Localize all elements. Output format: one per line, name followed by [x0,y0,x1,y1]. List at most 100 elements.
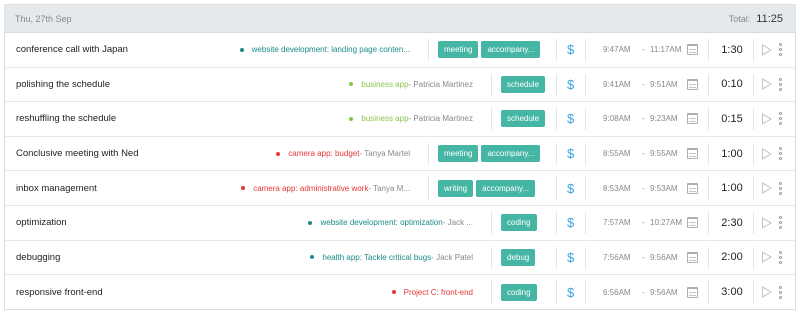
entry-project[interactable]: business app - Patricia Martinez [349,114,473,123]
end-time[interactable]: 9:53AM [650,184,685,193]
more-options-icon[interactable] [779,216,783,230]
end-time[interactable]: 11:17AM [650,45,685,54]
play-icon[interactable] [762,182,772,195]
entry-duration[interactable]: 0:10 [717,78,747,90]
start-time[interactable]: 8:55AM [603,149,637,158]
calendar-icon[interactable] [687,44,698,56]
entry-project[interactable]: website development: optimization - Jack… [308,218,473,227]
tag[interactable]: debug [501,248,536,266]
dollar-icon[interactable]: $ [567,77,574,92]
start-time[interactable]: 9:08AM [603,114,637,123]
play-icon[interactable] [762,286,772,299]
entry-duration[interactable]: 1:30 [717,44,747,56]
entry-time-range[interactable]: 9:41AM - 9:51AM [603,80,685,89]
time-entry-row[interactable]: debugging health app: Tackle critical bu… [5,241,795,276]
end-time[interactable]: 9:56AM [650,288,685,297]
entry-description[interactable]: Conclusive meeting with Ned [16,148,139,159]
dollar-icon[interactable]: $ [567,285,574,300]
more-options-icon[interactable] [779,250,783,264]
entry-project[interactable]: camera app: budget - Tanya Martel [276,149,410,158]
entry-time-range[interactable]: 9:08AM - 9:23AM [603,114,685,123]
dollar-icon[interactable]: $ [567,111,574,126]
dollar-icon[interactable]: $ [567,215,574,230]
more-options-icon[interactable] [779,43,783,57]
time-entry-row[interactable]: polishing the schedule business app - Pa… [5,68,795,103]
tag[interactable]: meeting [438,41,479,59]
tag[interactable]: schedule [501,110,546,128]
more-options-icon[interactable] [779,112,783,126]
start-time[interactable]: 8:53AM [603,184,637,193]
end-time[interactable]: 9:55AM [650,149,685,158]
calendar-icon[interactable] [687,113,698,125]
calendar-icon[interactable] [687,251,698,263]
calendar-icon[interactable] [687,182,698,194]
start-time[interactable]: 7:57AM [603,218,637,227]
end-time[interactable]: 9:56AM [650,253,685,262]
entry-description[interactable]: inbox management [16,183,97,194]
entry-time-range[interactable]: 8:55AM - 9:55AM [603,149,685,158]
tag[interactable]: accompany... [481,145,541,163]
entry-tags[interactable]: writing accompany... [438,179,536,197]
dollar-icon[interactable]: $ [567,146,574,161]
tag[interactable]: coding [501,283,537,301]
calendar-icon[interactable] [687,286,698,298]
entry-duration[interactable]: 1:00 [717,148,747,160]
entry-description[interactable]: reshuffling the schedule [16,113,116,124]
start-time[interactable]: 7:56AM [603,253,637,262]
entry-project[interactable]: business app - Patricia Martinez [349,80,473,89]
start-time[interactable]: 9:41AM [603,80,637,89]
time-entry-row[interactable]: responsive front-end Project C: front-en… [5,275,795,310]
entry-description[interactable]: debugging [16,252,60,263]
play-icon[interactable] [762,216,772,229]
entry-project[interactable]: health app: Tackle critical bugs - Jack … [310,253,473,262]
entry-duration[interactable]: 1:00 [717,182,747,194]
time-entry-row[interactable]: conference call with Japan website devel… [5,33,795,68]
entry-duration[interactable]: 2:30 [717,217,747,229]
start-time[interactable]: 9:47AM [603,45,637,54]
entry-tags[interactable]: schedule [501,75,546,93]
tag[interactable]: accompany... [476,179,536,197]
more-options-icon[interactable] [779,147,783,161]
entry-time-range[interactable]: 6:56AM - 9:56AM [603,288,685,297]
entry-tags[interactable]: meeting accompany... [438,145,541,163]
time-entry-row[interactable]: inbox management camera app: administrat… [5,171,795,206]
entry-duration[interactable]: 3:00 [717,286,747,298]
play-icon[interactable] [762,78,772,91]
dollar-icon[interactable]: $ [567,42,574,57]
entry-time-range[interactable]: 7:57AM - 10:27AM [603,218,685,227]
time-entry-row[interactable]: reshuffling the schedule business app - … [5,102,795,137]
dollar-icon[interactable]: $ [567,181,574,196]
entry-duration[interactable]: 0:15 [717,113,747,125]
entry-time-range[interactable]: 9:47AM - 11:17AM [603,45,685,54]
entry-project[interactable]: camera app: administrative work - Tanya … [241,184,410,193]
entry-description[interactable]: conference call with Japan [16,44,128,55]
calendar-icon[interactable] [687,148,698,160]
more-options-icon[interactable] [779,285,783,299]
entry-tags[interactable]: coding [501,283,537,301]
play-icon[interactable] [762,251,772,264]
play-icon[interactable] [762,147,772,160]
calendar-icon[interactable] [687,78,698,90]
tag[interactable]: coding [501,214,537,232]
entry-project[interactable]: Project C: front-end [391,288,473,297]
time-entry-row[interactable]: optimization website development: optimi… [5,206,795,241]
tag[interactable]: accompany... [481,41,541,59]
end-time[interactable]: 9:51AM [650,80,685,89]
end-time[interactable]: 9:23AM [650,114,685,123]
entry-description[interactable]: responsive front-end [16,287,103,298]
more-options-icon[interactable] [779,77,783,91]
play-icon[interactable] [762,43,772,56]
time-entry-row[interactable]: Conclusive meeting with Ned camera app: … [5,137,795,172]
calendar-icon[interactable] [687,217,698,229]
entry-project[interactable]: website development: landing page conten… [239,45,410,54]
play-icon[interactable] [762,112,772,125]
dollar-icon[interactable]: $ [567,250,574,265]
entry-tags[interactable]: coding [501,214,537,232]
entry-time-range[interactable]: 8:53AM - 9:53AM [603,184,685,193]
entry-tags[interactable]: schedule [501,110,546,128]
entry-tags[interactable]: debug [501,248,536,266]
more-options-icon[interactable] [779,181,783,195]
entry-tags[interactable]: meeting accompany... [438,41,541,59]
entry-description[interactable]: polishing the schedule [16,79,110,90]
end-time[interactable]: 10:27AM [650,218,685,227]
